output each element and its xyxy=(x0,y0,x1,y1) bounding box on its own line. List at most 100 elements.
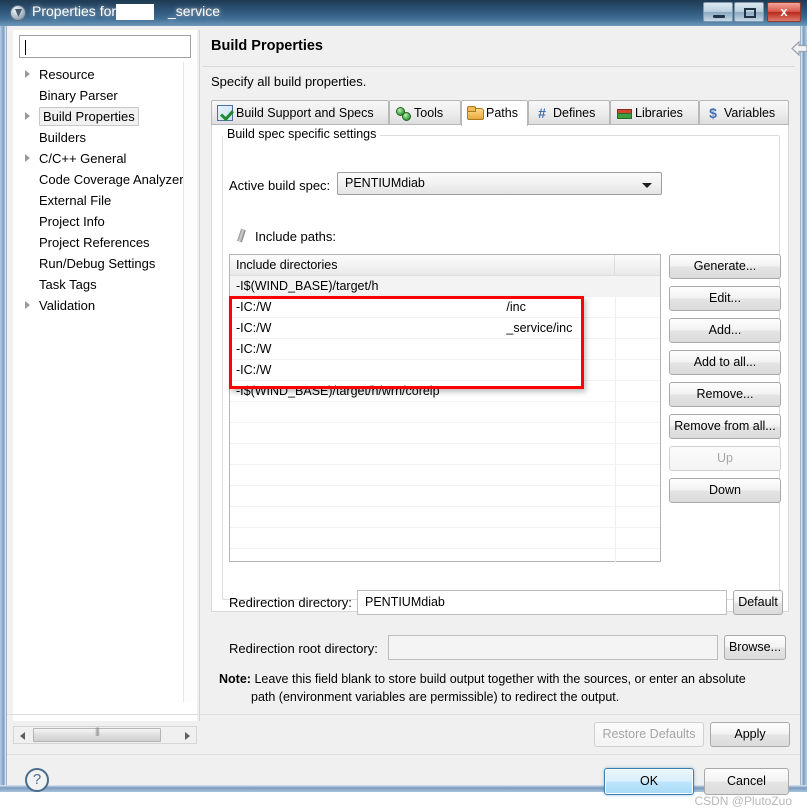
sidebar-item-label: Project References xyxy=(39,235,150,250)
chevron-right-icon[interactable] xyxy=(25,70,30,78)
settings-tree-panel: Resource Binary Parser Build Properties … xyxy=(13,30,197,721)
tree-vertical-scrollbar[interactable] xyxy=(183,62,196,702)
edit-button[interactable]: Edit... xyxy=(669,286,781,311)
help-question-icon[interactable]: ? xyxy=(25,768,49,792)
tab-variables[interactable]: $ Variables xyxy=(699,100,789,125)
table-row[interactable] xyxy=(230,423,660,444)
books-icon xyxy=(616,105,632,121)
note-text: Note: Leave this field blank to store bu… xyxy=(219,670,797,706)
redirection-directory-label: Redirection directory: xyxy=(229,595,352,610)
minimize-button[interactable] xyxy=(703,2,733,22)
back-arrow-icon[interactable] xyxy=(791,41,807,56)
close-button[interactable]: x xyxy=(767,2,801,22)
title-divider xyxy=(203,66,795,67)
table-row[interactable] xyxy=(230,465,660,486)
sidebar-item-builders[interactable]: Builders xyxy=(17,127,193,148)
tab-label: Variables xyxy=(724,106,776,120)
dialog-client-area: Resource Binary Parser Build Properties … xyxy=(6,26,807,808)
note-line-2: path (environment variables are permissi… xyxy=(251,690,620,704)
redirection-root-directory-label: Redirection root directory: xyxy=(229,641,378,656)
redirection-directory-input[interactable]: PENTIUMdiab xyxy=(357,590,727,615)
sidebar-item-project-references[interactable]: Project References xyxy=(17,232,193,253)
browse-button[interactable]: Browse... xyxy=(724,635,786,660)
active-build-spec-value: PENTIUMdiab xyxy=(345,176,425,190)
chevron-down-icon[interactable] xyxy=(642,183,652,188)
apply-button[interactable]: Apply xyxy=(710,722,790,747)
tab-libraries[interactable]: Libraries xyxy=(610,100,699,125)
table-row[interactable] xyxy=(230,444,660,465)
panel-splitter[interactable] xyxy=(199,30,200,721)
sidebar-item-label: Project Info xyxy=(39,214,105,229)
sidebar-item-external-file[interactable]: External File xyxy=(17,190,193,211)
window-edge-right xyxy=(801,0,807,792)
sidebar-item-project-info[interactable]: Project Info xyxy=(17,211,193,232)
table-row[interactable] xyxy=(230,528,660,549)
restore-defaults-button: Restore Defaults xyxy=(594,722,704,747)
add-button[interactable]: Add... xyxy=(669,318,781,343)
redirection-root-directory-input[interactable] xyxy=(388,635,718,660)
tab-label: Build Support and Specs xyxy=(236,106,374,120)
active-build-spec-dropdown[interactable]: PENTIUMdiab xyxy=(337,172,662,195)
tab-tools[interactable]: Tools xyxy=(389,100,461,125)
sidebar-item-run-debug-settings[interactable]: Run/Debug Settings xyxy=(17,253,193,274)
table-row[interactable] xyxy=(230,507,660,528)
tab-paths[interactable]: Paths xyxy=(461,100,528,126)
pencil-icon xyxy=(235,229,249,244)
note-line-1: Leave this field blank to store build ou… xyxy=(254,672,746,686)
sidebar-item-c-cpp-general[interactable]: C/C++ General xyxy=(17,148,193,169)
scrollbar-thumb[interactable] xyxy=(33,726,161,742)
app-icon xyxy=(10,5,26,21)
remove-from-all-button[interactable]: Remove from all... xyxy=(669,414,781,439)
sidebar-item-label: Run/Debug Settings xyxy=(39,256,156,271)
sidebar-item-validation[interactable]: Validation xyxy=(17,295,193,316)
maximize-button[interactable] xyxy=(734,2,764,22)
column-header-blank[interactable] xyxy=(615,255,660,276)
tools-icon xyxy=(395,105,411,121)
sidebar-item-resource[interactable]: Resource xyxy=(17,64,193,85)
cancel-button[interactable]: Cancel xyxy=(704,768,789,795)
sidebar-item-binary-parser[interactable]: Binary Parser xyxy=(17,85,193,106)
chevron-right-icon[interactable] xyxy=(25,301,30,309)
ok-button[interactable]: OK xyxy=(604,768,694,795)
chevron-right-icon[interactable] xyxy=(25,154,30,162)
close-icon: x xyxy=(780,4,788,19)
tab-defines[interactable]: # Defines xyxy=(528,100,610,125)
group-legend: Build spec specific settings xyxy=(223,127,381,141)
filter-input-wrapper[interactable] xyxy=(19,35,191,58)
sidebar-item-label: Build Properties xyxy=(39,107,139,126)
tree-horizontal-scrollbar[interactable] xyxy=(13,726,197,744)
maximize-icon xyxy=(744,8,756,18)
footer-divider-top xyxy=(7,714,800,715)
generate-button[interactable]: Generate... xyxy=(669,254,781,279)
table-row[interactable] xyxy=(230,402,660,423)
sidebar-item-build-properties[interactable]: Build Properties xyxy=(17,106,193,127)
add-to-all-button[interactable]: Add to all... xyxy=(669,350,781,375)
default-button[interactable]: Default xyxy=(733,590,783,615)
page-title: Build Properties xyxy=(211,38,323,54)
move-up-button: Up xyxy=(669,446,781,471)
scroll-left-icon[interactable] xyxy=(14,727,31,743)
move-down-button[interactable]: Down xyxy=(669,478,781,503)
scroll-right-icon[interactable] xyxy=(179,727,196,743)
hash-icon: # xyxy=(538,105,546,121)
tab-bar: Build Support and Specs Tools Paths # De… xyxy=(211,100,789,126)
filter-input[interactable] xyxy=(26,38,186,56)
settings-tree[interactable]: Resource Binary Parser Build Properties … xyxy=(17,64,193,704)
note-prefix: Note: xyxy=(219,672,251,686)
include-paths-label: Include paths: xyxy=(255,229,336,244)
sidebar-item-label: Task Tags xyxy=(39,277,97,292)
table-row[interactable] xyxy=(230,486,660,507)
title-bar[interactable]: Properties for _service x xyxy=(0,0,807,26)
column-header-include-directories[interactable]: Include directories xyxy=(230,255,615,276)
sidebar-item-code-coverage-analyzer[interactable]: Code Coverage Analyzer xyxy=(17,169,193,190)
sidebar-item-label: Validation xyxy=(39,298,96,313)
table-row[interactable]: -I$(WIND_BASE)/target/h xyxy=(230,276,660,297)
remove-button[interactable]: Remove... xyxy=(669,382,781,407)
sidebar-item-label: C/C++ General xyxy=(39,151,127,166)
tab-build-support-and-specs[interactable]: Build Support and Specs xyxy=(211,100,389,125)
sidebar-item-task-tags[interactable]: Task Tags xyxy=(17,274,193,295)
folder-icon xyxy=(467,105,484,121)
chevron-right-icon[interactable] xyxy=(25,112,30,120)
tab-label: Tools xyxy=(414,106,444,120)
row-text: -I$(WIND_BASE)/target/h xyxy=(236,279,379,293)
